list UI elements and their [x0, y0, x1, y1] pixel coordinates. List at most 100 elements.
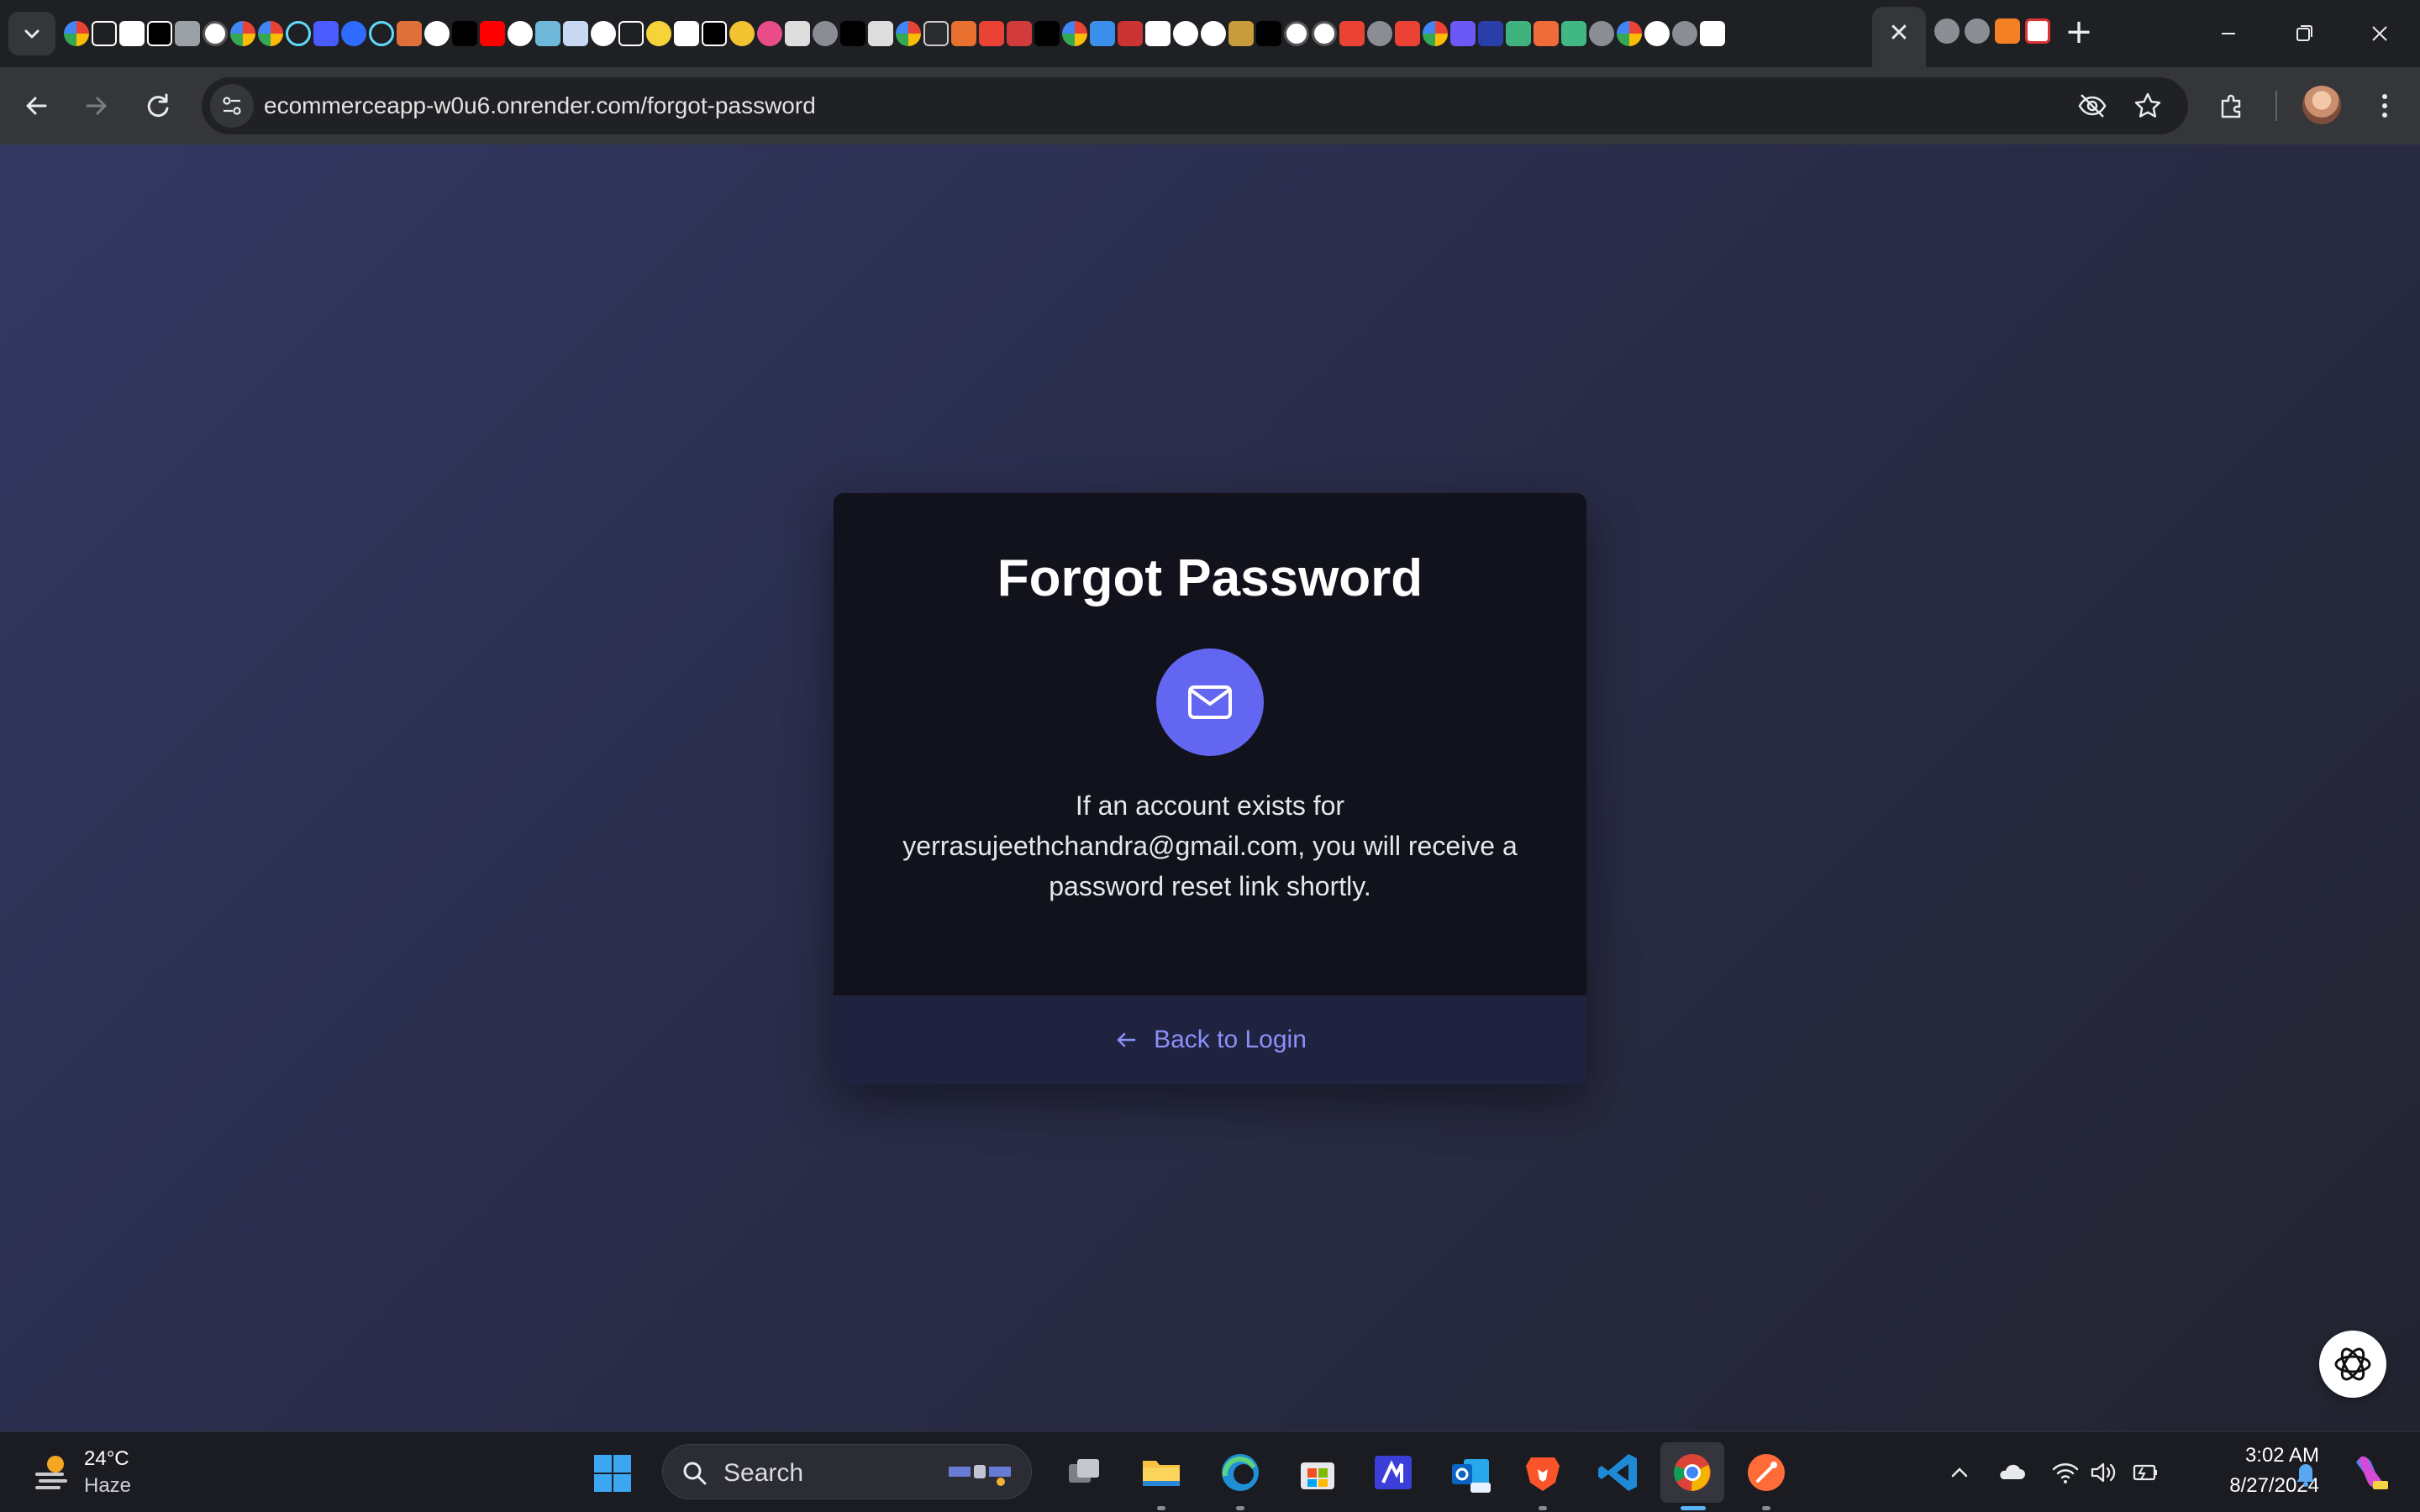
notion-favicon[interactable] [2025, 18, 2050, 44]
windows-start-icon[interactable] [593, 1454, 632, 1493]
weather-haze-icon[interactable] [30, 1449, 74, 1493]
youtube-favicon[interactable] [480, 21, 505, 46]
js-favicon[interactable] [563, 21, 588, 46]
orange-favicon[interactable] [951, 21, 976, 46]
copilot-icon[interactable] [2348, 1451, 2391, 1494]
minimize-icon[interactable] [2212, 17, 2245, 50]
weather-temperature[interactable]: 24°C [84, 1447, 129, 1471]
f-favicon[interactable] [452, 21, 477, 46]
google-favicon[interactable] [896, 21, 921, 46]
restore-icon[interactable] [2287, 17, 2321, 50]
yellow-favicon[interactable] [729, 21, 755, 46]
close-tab-icon[interactable]: ✕ [1887, 21, 1911, 46]
github-favicon[interactable] [1173, 21, 1198, 46]
openai-favicon[interactable] [1312, 21, 1337, 46]
back-icon[interactable] [17, 86, 57, 126]
dribbble-favicon[interactable] [757, 21, 782, 46]
bars-favicon[interactable] [674, 21, 699, 46]
openai-favicon[interactable] [203, 21, 228, 46]
tg-favicon[interactable] [1007, 21, 1032, 46]
google-favicon[interactable] [230, 21, 255, 46]
github-favicon[interactable] [1644, 21, 1670, 46]
google-favicon[interactable] [258, 21, 283, 46]
red-a-favicon[interactable] [1118, 21, 1143, 46]
s-favicon[interactable] [702, 21, 727, 46]
weather-description[interactable]: Haze [84, 1474, 131, 1498]
w-favicon[interactable] [92, 21, 117, 46]
chrome-taskbar-icon[interactable] [1660, 1442, 1724, 1503]
url-text[interactable]: ecommerceapp-w0u6.onrender.com/forgot-pa… [264, 92, 816, 119]
onedrive-icon[interactable] [1995, 1456, 2028, 1489]
kebab-menu-icon[interactable] [2368, 89, 2402, 123]
outlook-new-icon[interactable] [1447, 1449, 1494, 1496]
extensions-icon[interactable] [2215, 89, 2249, 123]
bars-favicon[interactable] [119, 21, 145, 46]
notion-favicon[interactable] [1145, 21, 1171, 46]
s-favicon[interactable] [147, 21, 172, 46]
active-tab[interactable]: ✕ [1872, 7, 1926, 67]
edge-icon[interactable] [1217, 1449, 1264, 1496]
x-favicon[interactable] [1478, 21, 1503, 46]
back-to-login-link[interactable]: Back to Login [834, 995, 1586, 1084]
postman-icon[interactable] [1743, 1449, 1790, 1496]
emoji-favicon[interactable] [646, 21, 671, 46]
globe-favicon[interactable] [1589, 21, 1614, 46]
google-favicon[interactable] [1423, 21, 1448, 46]
f-favicon[interactable] [1034, 21, 1060, 46]
flag-favicon[interactable] [175, 21, 200, 46]
profile-avatar[interactable] [2302, 86, 2341, 124]
p-favicon[interactable] [1450, 21, 1476, 46]
google-favicon[interactable] [1617, 21, 1642, 46]
vs-purple-icon[interactable] [1370, 1449, 1417, 1496]
vue-favicon[interactable] [1561, 21, 1586, 46]
close-window-icon[interactable] [2363, 17, 2396, 50]
globe-favicon[interactable] [813, 21, 838, 46]
vscode-icon[interactable] [1595, 1449, 1642, 1496]
gmail-favicon[interactable] [979, 21, 1004, 46]
google-favicon[interactable] [1062, 21, 1087, 46]
s-blue-favicon[interactable] [341, 21, 366, 46]
tab-search-button[interactable] [8, 12, 55, 55]
notification-bell-icon[interactable] [2289, 1456, 2323, 1489]
globe-favicon[interactable] [1965, 18, 1990, 44]
cube-favicon[interactable] [535, 21, 560, 46]
address-bar[interactable]: ecommerceapp-w0u6.onrender.com/forgot-pa… [202, 77, 2188, 134]
m-favicon[interactable] [1506, 21, 1531, 46]
site-info-button[interactable] [210, 84, 254, 128]
github-favicon[interactable] [1201, 21, 1226, 46]
gmail-favicon[interactable] [1339, 21, 1365, 46]
globe-favicon[interactable] [1367, 21, 1392, 46]
z-favicon[interactable] [1228, 21, 1254, 46]
github-favicon[interactable] [424, 21, 450, 46]
globe-favicon[interactable] [1672, 21, 1697, 46]
openai-favicon[interactable] [1284, 21, 1309, 46]
file-explorer-icon[interactable] [1138, 1449, 1185, 1496]
gmail-favicon[interactable] [1395, 21, 1420, 46]
bookmark-star-icon[interactable] [2131, 89, 2165, 123]
react-favicon[interactable] [286, 21, 311, 46]
reload-icon[interactable] [138, 86, 178, 126]
f-favicon[interactable] [1256, 21, 1281, 46]
microsoft-store-icon[interactable] [1294, 1449, 1341, 1496]
forward-icon[interactable] [76, 86, 116, 126]
qr-favicon[interactable] [785, 21, 810, 46]
w-favicon[interactable] [618, 21, 644, 46]
download-favicon[interactable] [923, 21, 949, 46]
link-favicon[interactable] [1700, 21, 1725, 46]
volume-icon[interactable] [2086, 1456, 2119, 1489]
qr-favicon[interactable] [868, 21, 893, 46]
github-favicon[interactable] [508, 21, 533, 46]
stack-favicon[interactable] [397, 21, 422, 46]
play-favicon[interactable] [313, 21, 339, 46]
tray-overflow-icon[interactable] [1943, 1456, 1976, 1489]
react-favicon[interactable] [369, 21, 394, 46]
infinity-favicon[interactable] [1534, 21, 1559, 46]
eye-off-icon[interactable] [2075, 89, 2109, 123]
taskbar-search[interactable]: Search [662, 1444, 1032, 1499]
google-favicon[interactable] [64, 21, 89, 46]
task-view-icon[interactable] [1060, 1449, 1107, 1496]
stackoverflow-favicon[interactable] [1995, 18, 2020, 44]
globe-favicon[interactable] [1934, 18, 1960, 44]
wifi-icon[interactable] [2049, 1456, 2082, 1489]
dark-favicon[interactable] [840, 21, 865, 46]
